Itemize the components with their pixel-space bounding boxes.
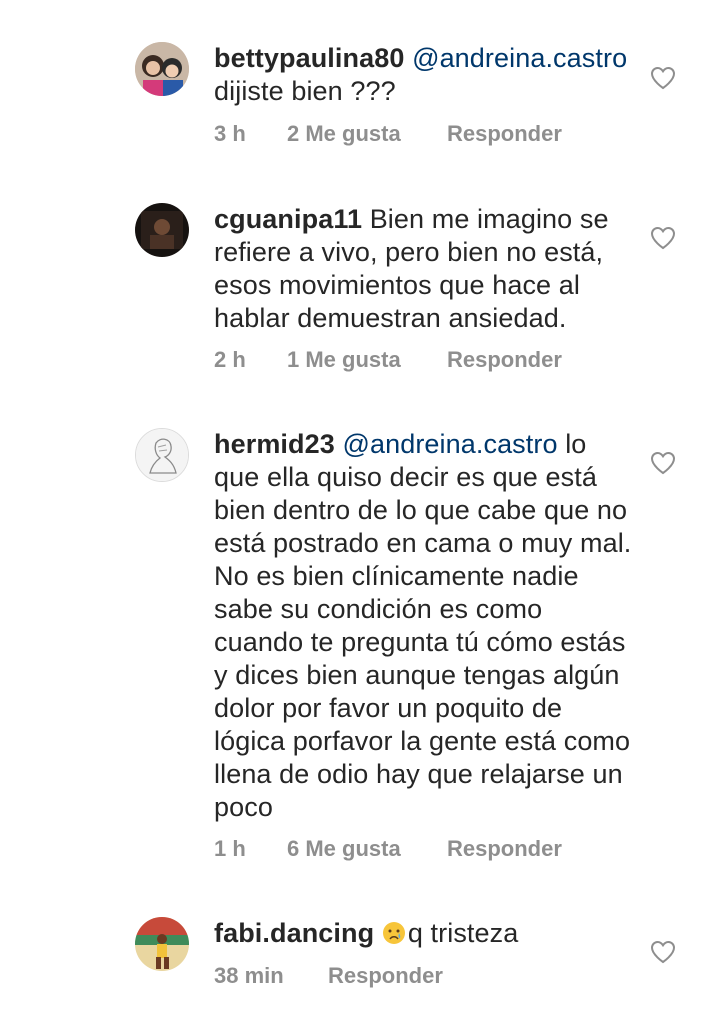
comment-username[interactable]: fabi.dancing bbox=[214, 918, 374, 948]
comment-text: cguanipa11 Bien me imagino se refiere a … bbox=[214, 203, 634, 335]
comment-body: dijiste bien ??? bbox=[214, 76, 396, 106]
reply-button[interactable]: Responder bbox=[447, 347, 562, 373]
reply-button[interactable]: Responder bbox=[447, 121, 562, 147]
heart-icon[interactable] bbox=[650, 451, 676, 475]
comment-meta: 2 h 1 Me gusta Responder bbox=[214, 347, 562, 373]
comment-time: 3 h bbox=[214, 121, 246, 146]
avatar[interactable] bbox=[135, 428, 189, 482]
reply-button[interactable]: Responder bbox=[328, 963, 443, 989]
heart-icon[interactable] bbox=[650, 940, 676, 964]
comment-username[interactable]: hermid23 bbox=[214, 429, 335, 459]
reply-button[interactable]: Responder bbox=[447, 836, 562, 862]
comment-time: 1 h bbox=[214, 836, 246, 861]
comment-meta: 3 h 2 Me gusta Responder bbox=[214, 121, 562, 147]
comment-time: 38 min bbox=[214, 963, 284, 988]
comment-text: fabi.dancing q tristeza bbox=[214, 917, 634, 950]
comment-likes[interactable]: 1 Me gusta bbox=[287, 347, 447, 373]
comment-body: q tristeza bbox=[407, 918, 519, 948]
heart-icon[interactable] bbox=[650, 226, 676, 250]
comment-time: 2 h bbox=[214, 347, 246, 372]
comment-meta: 1 h 6 Me gusta Responder bbox=[214, 836, 562, 862]
avatar[interactable] bbox=[135, 203, 189, 257]
comment-likes[interactable]: 2 Me gusta bbox=[287, 121, 447, 147]
avatar[interactable] bbox=[135, 917, 189, 971]
avatar[interactable] bbox=[135, 42, 189, 96]
comment-mention[interactable]: @andreina.castro bbox=[412, 43, 627, 73]
comment-meta: 38 min Responder bbox=[214, 963, 443, 989]
crying-face-emoji-icon bbox=[382, 922, 405, 944]
comment-username[interactable]: cguanipa11 bbox=[214, 204, 362, 234]
comment-mention[interactable]: @andreina.castro bbox=[342, 429, 557, 459]
heart-icon[interactable] bbox=[650, 66, 676, 90]
comment-likes[interactable]: 6 Me gusta bbox=[287, 836, 447, 862]
comment-text: bettypaulina80 @andreina.castro dijiste … bbox=[214, 42, 634, 108]
comment-username[interactable]: bettypaulina80 bbox=[214, 43, 404, 73]
comment-body: lo que ella quiso decir es que está bien… bbox=[214, 429, 632, 822]
comment-text: hermid23 @andreina.castro lo que ella qu… bbox=[214, 428, 634, 824]
